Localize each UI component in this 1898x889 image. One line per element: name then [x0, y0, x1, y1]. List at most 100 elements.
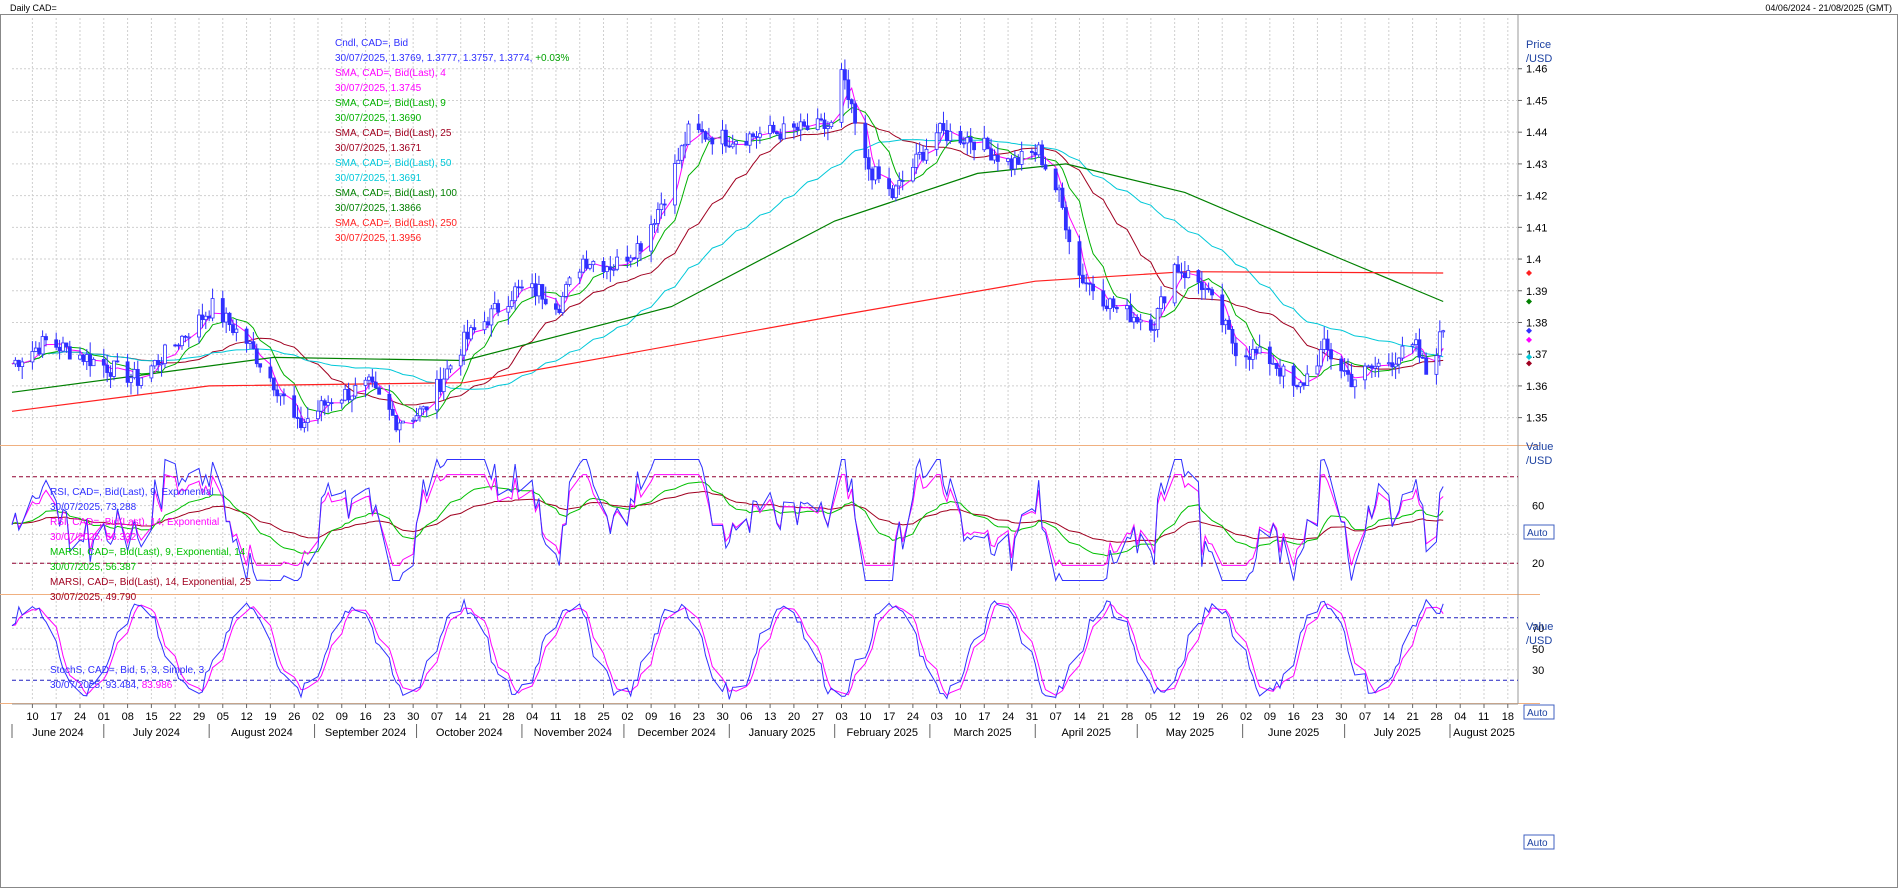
last-value-marker: [1526, 336, 1532, 343]
candle-body: [64, 342, 69, 348]
candle-body: [628, 257, 633, 262]
candle-body: [1043, 164, 1048, 170]
candle-body: [1009, 158, 1014, 170]
candle-body: [135, 369, 140, 386]
x-tick-label: 17: [883, 711, 895, 723]
candle-body: [231, 324, 235, 333]
legend-entry: RSI, CAD=, Bid(Last), 14, Exponential: [50, 517, 219, 528]
candle-body: [492, 303, 497, 310]
candle-body: [469, 327, 473, 340]
candle-body: [968, 136, 973, 143]
candle-body: [734, 140, 739, 145]
candle-body: [1108, 298, 1112, 310]
candle-body: [1305, 373, 1310, 386]
candle-body: [414, 415, 419, 421]
candle-body: [900, 180, 905, 182]
candle-body: [1376, 362, 1381, 367]
candle-body: [863, 122, 868, 159]
candle-body: [394, 414, 399, 431]
candle-body: [506, 306, 511, 313]
candle-body: [37, 347, 42, 355]
auto-button-label: Auto: [1527, 838, 1548, 849]
candle-body: [346, 388, 351, 401]
price-axis-title: /USD: [1526, 53, 1552, 65]
candle-body: [424, 406, 429, 411]
x-tick-label: 05: [1145, 711, 1157, 723]
legend-entry: 30/07/2025, 49.790: [50, 592, 137, 603]
candle-body: [350, 395, 354, 401]
candle-body: [795, 126, 800, 131]
candle-body: [149, 365, 154, 379]
candle-body: [744, 140, 749, 146]
candle-body: [40, 336, 45, 355]
sma50-line: [11, 139, 1444, 390]
candle-body: [397, 422, 402, 431]
candle-body: [917, 151, 922, 155]
x-tick-label: 21: [1097, 711, 1109, 723]
legend-entry: 30/07/2025, 66.332: [50, 532, 137, 543]
x-tick-label: 02: [621, 711, 633, 723]
chart-canvas[interactable]: 1.351.361.371.381.391.41.411.421.431.441…: [0, 0, 1898, 889]
candle-body: [1325, 338, 1330, 351]
candle-body: [686, 123, 691, 145]
candle-body: [129, 377, 133, 383]
candle-body: [992, 155, 997, 161]
x-tick-label: 09: [645, 711, 657, 723]
candle-body: [1135, 316, 1140, 323]
candle-body: [516, 286, 521, 289]
candle-body: [1352, 379, 1357, 388]
candle-body: [387, 393, 392, 410]
x-tick-label: 14: [455, 711, 467, 723]
sma250-line: [11, 271, 1444, 412]
candle-body: [543, 298, 548, 305]
x-tick-label: 11: [1478, 711, 1489, 723]
candle-body: [112, 360, 116, 377]
candle-body: [941, 123, 946, 131]
legend-entry: 30/07/2025, 1.3691: [335, 173, 422, 184]
x-tick-label: 06: [740, 711, 752, 723]
candle-body: [802, 121, 806, 127]
auto-scale-button[interactable]: Auto: [1523, 704, 1555, 720]
candle-body: [1057, 187, 1061, 191]
candle-body: [370, 376, 375, 383]
candle-body: [842, 69, 847, 81]
candle-body: [254, 348, 259, 365]
candle-body: [1281, 365, 1286, 377]
candle-body: [893, 185, 898, 199]
x-tick-label: 11: [550, 711, 561, 723]
candle-body: [1437, 331, 1442, 356]
y-tick-label: 1.42: [1526, 191, 1547, 203]
candle-body: [1414, 339, 1418, 346]
candle-body: [588, 264, 592, 269]
candle-body: [584, 258, 589, 269]
candle-body: [1186, 270, 1191, 279]
auto-scale-button[interactable]: Auto: [1523, 834, 1555, 850]
candle-body: [496, 303, 501, 313]
candle-body: [1342, 370, 1347, 372]
candle-body: [1274, 362, 1279, 369]
candle-body: [339, 399, 344, 404]
candle-body: [282, 393, 286, 397]
candle-body: [747, 133, 752, 146]
candle-body: [615, 256, 620, 270]
x-tick-label: 16: [1288, 711, 1300, 723]
auto-scale-button[interactable]: Auto: [1523, 524, 1555, 540]
candle-body: [537, 284, 541, 297]
candle-body: [774, 131, 779, 135]
candle-body: [866, 157, 871, 170]
candle-body: [1087, 282, 1092, 285]
candle-body: [635, 243, 640, 259]
candle-body: [61, 342, 65, 352]
candle-body: [16, 359, 21, 367]
candle-body: [421, 406, 426, 410]
candle-body: [825, 126, 830, 129]
candle-body: [197, 314, 201, 338]
candle-body: [1441, 330, 1446, 333]
candle-body: [1206, 287, 1211, 291]
x-tick-label: 25: [598, 711, 610, 723]
candle-body: [1329, 349, 1333, 360]
candle-body: [441, 378, 446, 392]
candle-body: [1254, 348, 1259, 354]
candle-body: [938, 123, 942, 134]
candle-body: [278, 393, 283, 397]
